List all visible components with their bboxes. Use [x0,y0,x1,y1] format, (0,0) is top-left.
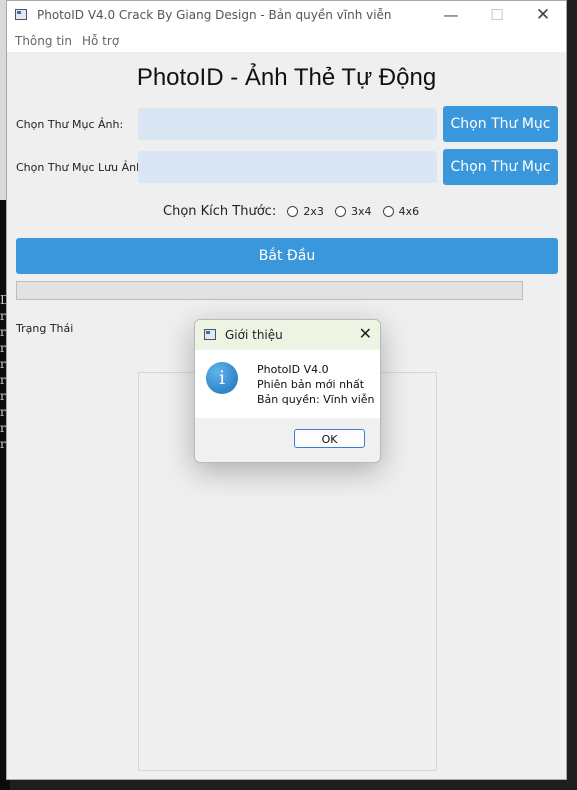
menu-bar: Thông tin Hỗ trợ [7,30,566,52]
menu-item-info[interactable]: Thông tin [15,34,72,48]
size-3x4-radio[interactable] [335,206,346,217]
choose-output-folder-button[interactable]: Chọn Thư Mục [443,149,558,185]
app-heading: PhotoID - Ảnh Thẻ Tự Động [136,64,437,91]
source-folder-label: Chọn Thư Mục Ảnh: [16,118,124,131]
dialog-title: Giới thiệu [225,328,283,342]
output-folder-input[interactable] [138,151,437,183]
window-title: PhotoID V4.0 Crack By Giang Design - Bản… [37,8,392,22]
dialog-line-license: Bản quyền: Vĩnh viễn [257,393,375,406]
maximize-button[interactable]: ☐ [474,1,520,30]
title-bar[interactable]: PhotoID V4.0 Crack By Giang Design - Bản… [7,1,566,30]
dialog-line-version: Phiên bản mới nhất [257,378,365,391]
dialog-ok-button[interactable]: OK [294,429,365,448]
app-window-icon [15,9,27,20]
output-folder-label: Chọn Thư Mục Lưu Ảnh [16,161,144,174]
dialog-title-bar[interactable]: Giới thiệu ✕ [195,320,380,350]
dialog-window-icon [204,329,216,340]
dialog-body: i PhotoID V4.0 Phiên bản mới nhất Bản qu… [195,350,380,418]
close-button[interactable]: ✕ [520,1,566,30]
dialog-message: PhotoID V4.0 Phiên bản mới nhất Bản quyề… [257,362,375,407]
size-3x4-label: 3x4 [351,205,372,218]
size-4x6-radio[interactable] [382,206,394,217]
status-label: Trạng Thái [16,322,74,335]
size-selector: Chọn Kích Thước: 2x3 3x4 4x6 [163,204,419,219]
size-2x3-radio[interactable] [287,206,299,217]
progress-bar [16,281,523,300]
size-2x3-label: 2x3 [303,205,324,218]
minimize-button[interactable]: — [428,1,474,30]
dialog-line-product: PhotoID V4.0 [257,363,329,376]
size-label: Chọn Kích Thước: [163,204,277,219]
dialog-close-button[interactable]: ✕ [359,324,372,343]
menu-item-support[interactable]: Hỗ trợ [82,34,119,48]
about-dialog: Giới thiệu ✕ i PhotoID V4.0 Phiên bản mớ… [194,319,381,463]
info-icon: i [206,362,238,394]
size-4x6-label: 4x6 [398,205,420,218]
source-folder-input[interactable] [138,108,437,140]
start-button[interactable]: Bắt Đầu [16,238,558,274]
choose-source-folder-button[interactable]: Chọn Thư Mục [443,106,558,142]
